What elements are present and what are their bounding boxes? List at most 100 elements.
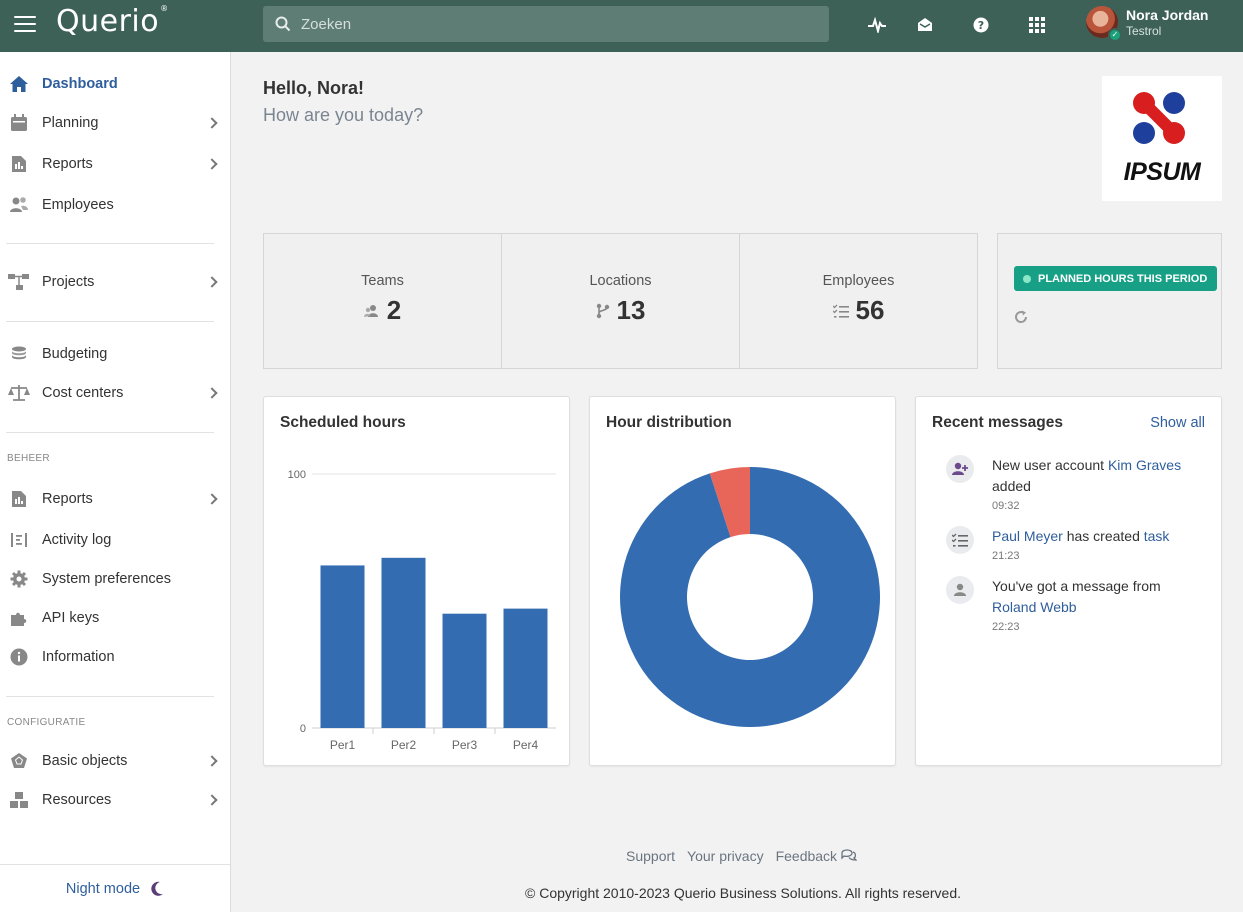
show-all-link[interactable]: Show all [1150, 415, 1205, 431]
card-title: Recent messages [932, 414, 1063, 431]
user-name: Nora Jordan [1126, 6, 1209, 23]
coins-icon [8, 343, 30, 365]
greeting-subtitle: How are you today? [263, 105, 424, 125]
chevron-right-icon [206, 755, 218, 767]
x-tick-label: Per4 [513, 738, 539, 752]
list-check-icon [832, 304, 849, 318]
activity-icon[interactable] [866, 14, 888, 36]
search-input[interactable] [301, 15, 801, 33]
users-icon [8, 194, 30, 216]
sidebar-item-label: Budgeting [42, 346, 108, 362]
chevron-right-icon [206, 794, 218, 806]
message-link-user[interactable]: Roland Webb [992, 599, 1077, 615]
sidebar-item-beheer-reports[interactable]: Reports [0, 484, 230, 514]
night-mode-toggle[interactable]: Night mode [0, 864, 230, 912]
x-tick-label: Per3 [452, 738, 478, 752]
stat-value: 56 [855, 295, 885, 325]
sidebar-item-label: Reports [42, 491, 93, 507]
message-link-task[interactable]: task [1144, 528, 1170, 544]
sidebar-item-resources[interactable]: Resources [0, 785, 230, 815]
message-text: New user account [992, 457, 1108, 473]
inbox-icon[interactable] [914, 14, 936, 36]
team-icon [363, 304, 378, 317]
support-link[interactable]: Support [626, 848, 675, 864]
sidebar-item-information[interactable]: Information [0, 642, 230, 672]
gear-icon [8, 568, 30, 590]
section-label-beheer: BEHEER [7, 453, 50, 464]
footer-links: Support Your privacy Feedback [626, 848, 869, 864]
user-icon [946, 576, 974, 604]
chevron-right-icon [206, 493, 218, 505]
message-time: 21:23 [992, 550, 1020, 562]
sidebar-item-basic-objects[interactable]: Basic objects [0, 746, 230, 776]
x-tick-label: Per1 [330, 738, 356, 752]
report-icon [8, 488, 30, 510]
feedback-link[interactable]: Feedback [776, 848, 858, 864]
sidebar-item-api-keys[interactable]: API keys [0, 603, 230, 633]
sidebar-item-projects[interactable]: Projects [0, 267, 230, 297]
sidebar-item-system-preferences[interactable]: System preferences [0, 564, 230, 594]
user-role: Testrol [1126, 23, 1162, 38]
svg-text:?: ? [978, 19, 984, 32]
sidebar-item-label: Dashboard [42, 76, 118, 92]
task-list-icon [946, 526, 974, 554]
report-icon [8, 153, 30, 175]
stat-teams[interactable]: Teams 2 [264, 234, 502, 368]
search-box[interactable] [263, 6, 829, 42]
chevron-right-icon [206, 387, 218, 399]
sidebar-item-label: Employees [42, 197, 114, 213]
stats-panel: Teams 2 Locations 13 Employees 56 [263, 233, 978, 369]
chat-icon [841, 849, 858, 861]
message-link-user[interactable]: Kim Graves [1108, 457, 1181, 473]
sidebar-item-label: System preferences [42, 571, 171, 587]
sidebar-item-label: Information [42, 649, 115, 665]
message-link-user[interactable]: Paul Meyer [992, 528, 1063, 544]
hamburger-menu-icon[interactable] [14, 16, 36, 34]
stat-label: Teams [361, 273, 404, 289]
user-menu[interactable]: ✓ Nora Jordan Testrol [1086, 6, 1209, 42]
chevron-right-icon [206, 276, 218, 288]
sidebar-item-label: Planning [42, 115, 99, 131]
privacy-link[interactable]: Your privacy [687, 848, 764, 864]
sidebar-item-label: Reports [42, 156, 93, 172]
greeting-title: Hello, Nora! [263, 78, 365, 98]
section-label-configuratie: CONFIGURATIE [7, 717, 86, 728]
message-time: 09:32 [992, 500, 1020, 512]
sidebar-item-label: Basic objects [42, 753, 128, 769]
sidebar-item-employees[interactable]: Employees [0, 190, 230, 220]
help-icon[interactable]: ? [970, 14, 992, 36]
info-icon [8, 646, 30, 668]
moon-icon [151, 881, 164, 896]
y-tick-label: 100 [288, 469, 306, 481]
stat-label: Locations [589, 273, 652, 289]
night-mode-label: Night mode [65, 880, 141, 897]
app-logo[interactable]: Querio® [56, 4, 169, 39]
company-logo: IPSUM [1102, 76, 1222, 201]
scheduled-hours-chart: 0 100 Per1 Per2 Per3 Per4 [288, 469, 556, 752]
stat-employees[interactable]: Employees 56 [740, 234, 977, 368]
sidebar-item-dashboard[interactable]: Dashboard [0, 69, 230, 99]
company-logo-text: IPSUM [1123, 158, 1201, 186]
sidebar-item-reports[interactable]: Reports [0, 149, 230, 179]
calendar-icon [8, 112, 30, 134]
cubes-icon [8, 789, 30, 811]
sidebar: Dashboard Planning Reports Employees Pro… [0, 52, 231, 912]
sidebar-item-label: Cost centers [42, 385, 124, 401]
sidebar-item-cost-centers[interactable]: Cost centers [0, 378, 230, 408]
planned-hours-panel: PLANNED HOURS THIS PERIOD [997, 233, 1222, 369]
refresh-icon[interactable] [1014, 310, 1028, 324]
message-text: You've got a message from [992, 578, 1161, 594]
sidebar-item-planning[interactable]: Planning [0, 108, 230, 138]
avatar: ✓ [1086, 6, 1122, 42]
bar-per1 [320, 565, 365, 728]
sidebar-item-budgeting[interactable]: Budgeting [0, 339, 230, 369]
home-icon [8, 73, 30, 95]
apps-grid-icon[interactable] [1026, 14, 1048, 36]
y-tick-label: 0 [300, 723, 306, 735]
stat-value: 13 [616, 295, 646, 325]
bar-per3 [442, 613, 487, 728]
sidebar-item-label: Resources [42, 792, 112, 808]
stat-locations[interactable]: Locations 13 [502, 234, 740, 368]
sidebar-item-activity-log[interactable]: Activity log [0, 525, 230, 555]
branch-icon [596, 303, 609, 318]
